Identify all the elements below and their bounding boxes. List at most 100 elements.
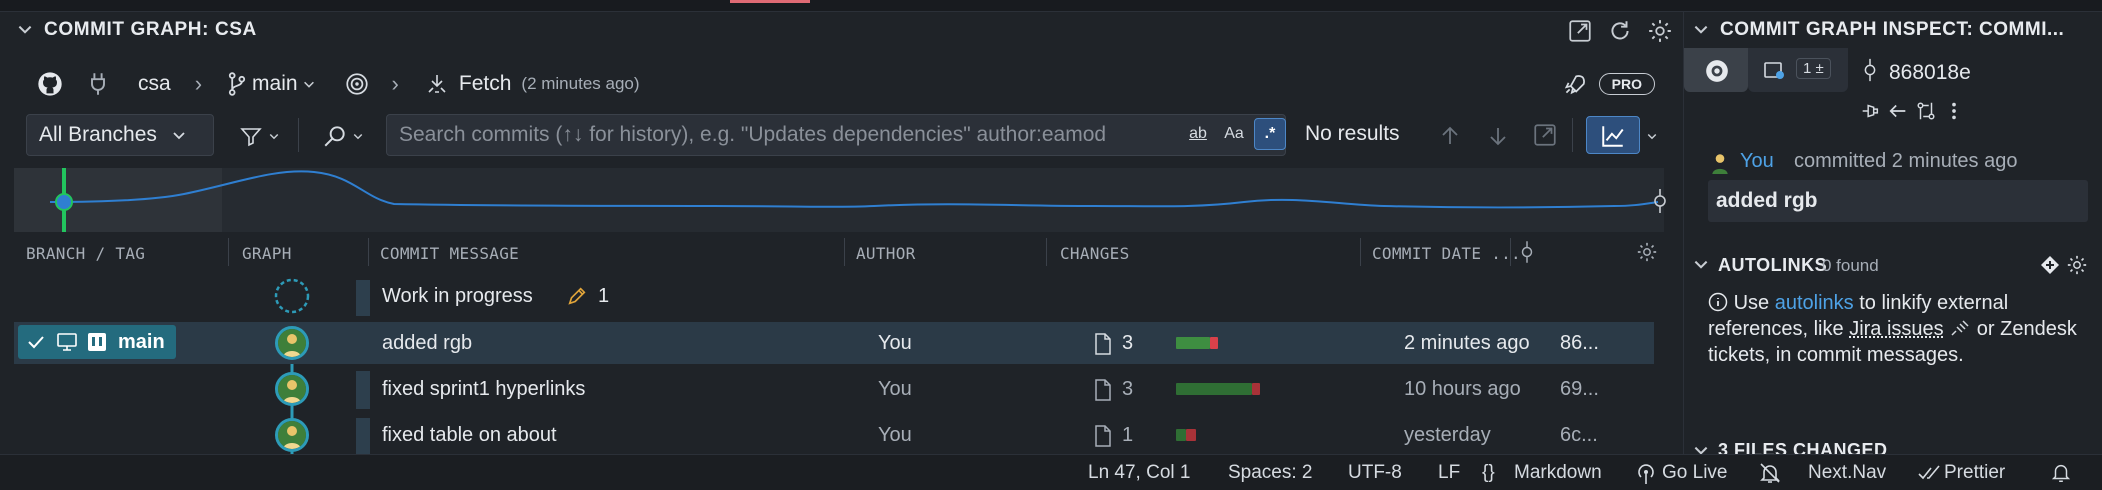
column-header-date[interactable]: COMMIT DATE ... <box>1372 244 1521 263</box>
chevron-down-icon[interactable] <box>268 130 280 142</box>
column-divider[interactable] <box>1046 238 1047 266</box>
arrow-left-icon[interactable] <box>1887 100 1909 122</box>
branches-select-label: All Branches <box>39 123 157 146</box>
inspect-title: COMMIT GRAPH INSPECT: COMMI... <box>1720 19 2065 40</box>
language-mode[interactable]: Markdown <box>1514 462 1602 484</box>
column-header-changes[interactable]: CHANGES <box>1060 244 1130 263</box>
collapse-chevron-icon[interactable] <box>1692 21 1710 39</box>
match-whole-word-toggle[interactable]: ab <box>1182 118 1214 150</box>
chevron-down-icon[interactable] <box>352 130 364 142</box>
branch-selector[interactable]: main <box>252 72 298 96</box>
indentation[interactable]: Spaces: 2 <box>1228 462 1313 484</box>
fetch-button[interactable]: Fetch <box>459 72 512 96</box>
plug-connect-icon[interactable] <box>1949 318 1971 338</box>
editor-top-edge <box>0 0 2102 12</box>
commit-author-link[interactable]: You <box>1740 150 1774 173</box>
commit-avatar[interactable] <box>275 372 309 406</box>
compare-icon[interactable] <box>1915 100 1937 122</box>
table-row-wip[interactable]: Work in progress 1 <box>14 275 1654 317</box>
column-divider[interactable] <box>228 238 229 266</box>
open-in-editor-icon[interactable] <box>1567 18 1593 44</box>
file-encoding[interactable]: UTF-8 <box>1348 462 1402 484</box>
column-header-graph[interactable]: GRAPH <box>242 244 292 263</box>
row-sha: 6c... <box>1560 424 1598 446</box>
plug-icon[interactable] <box>88 72 108 96</box>
inspect-tab-working-changes[interactable]: 1 ± <box>1748 48 1848 92</box>
repo-name[interactable]: csa <box>138 72 171 96</box>
next-nav-button[interactable]: Next.Nav <box>1808 462 1886 484</box>
pro-badge[interactable]: PRO <box>1598 73 1655 95</box>
arrow-down-icon[interactable] <box>1486 124 1510 148</box>
prettier-button[interactable]: Prettier <box>1944 462 2005 484</box>
wip-count: 1 <box>598 285 610 307</box>
breadcrumb-separator-icon: › <box>194 71 203 96</box>
branches-select[interactable]: All Branches <box>26 114 214 156</box>
commit-activity-minimap[interactable] <box>14 168 1666 232</box>
column-header-branch[interactable]: BRANCH / TAG <box>26 244 145 263</box>
diamond-icon[interactable] <box>2040 255 2060 275</box>
column-divider[interactable] <box>844 238 845 266</box>
column-header-author[interactable]: AUTHOR <box>856 244 916 263</box>
github-icon[interactable] <box>36 70 64 98</box>
rocket-icon[interactable] <box>1561 72 1587 98</box>
chevron-down-icon[interactable] <box>302 77 316 91</box>
end-of-line[interactable]: LF <box>1438 462 1460 484</box>
commit-avatar[interactable] <box>275 418 309 452</box>
commit-message-box[interactable]: added rgb <box>1708 180 2088 222</box>
settings-gear-icon[interactable] <box>1647 18 1673 44</box>
braces-icon: {} <box>1482 462 1495 483</box>
status-bar: Ln 47, Col 1 Spaces: 2 UTF-8 LF {} Markd… <box>0 454 2102 490</box>
filter-icon[interactable] <box>238 124 264 148</box>
table-row[interactable]: added rgb You 3 2 minutes ago 86... <box>14 322 1654 364</box>
row-message: fixed table on about <box>382 424 557 446</box>
settings-gear-icon[interactable] <box>2066 254 2088 276</box>
pin-icon[interactable] <box>1859 100 1881 122</box>
open-results-icon[interactable] <box>1532 122 1558 148</box>
chevron-down-icon[interactable] <box>1646 130 1658 142</box>
regex-label: .* <box>1264 125 1276 142</box>
working-changes-icon <box>1764 62 1784 79</box>
jira-issues-link[interactable]: Jira issues <box>1849 318 1943 340</box>
target-icon[interactable] <box>344 71 370 97</box>
column-header-message[interactable]: COMMIT MESSAGE <box>380 244 519 263</box>
minimap-toggle-button[interactable] <box>1586 116 1640 154</box>
autolinks-count: 0 found <box>1822 256 1879 275</box>
refresh-icon[interactable] <box>1607 18 1633 44</box>
autolinks-link[interactable]: autolinks <box>1775 292 1854 314</box>
arrow-up-icon[interactable] <box>1438 124 1462 148</box>
notification-bell-icon[interactable] <box>2050 462 2072 484</box>
search-commits-input[interactable]: Search commits (↑↓ for history), e.g. "U… <box>386 114 1286 156</box>
files-changed-section-header[interactable]: 3 FILES CHANGED <box>1684 440 2102 454</box>
match-case-toggle[interactable]: Aa <box>1218 118 1250 150</box>
match-case-label: Aa <box>1224 125 1244 142</box>
more-actions-icon[interactable] <box>1943 100 1965 122</box>
commit-avatar[interactable] <box>275 326 309 360</box>
collapse-chevron-icon[interactable] <box>16 21 34 39</box>
table-row[interactable]: fixed sprint1 hyperlinks You 3 10 hours … <box>14 368 1654 410</box>
row-date: 2 minutes ago <box>1404 332 1530 354</box>
search-placeholder: Search commits (↑↓ for history), e.g. "U… <box>399 123 1107 146</box>
autolinks-section-header[interactable]: AUTOLINKS 0 found <box>1684 248 2102 282</box>
commit-sha[interactable]: 868018e <box>1889 61 1971 85</box>
cursor-position[interactable]: Ln 47, Col 1 <box>1088 462 1190 484</box>
row-message: Work in progress <box>382 285 533 307</box>
search-icon[interactable] <box>322 123 348 149</box>
branch-tag-main[interactable]: main <box>18 325 176 359</box>
fetch-icon[interactable] <box>425 71 449 97</box>
row-changes: 3 <box>1122 332 1134 354</box>
author-avatar[interactable] <box>1708 150 1732 174</box>
regex-toggle[interactable]: .* <box>1254 118 1286 150</box>
column-divider[interactable] <box>368 238 369 266</box>
column-settings-gear-icon[interactable] <box>1636 241 1658 263</box>
table-row[interactable]: fixed table on about You 1 yesterday 6c.… <box>14 414 1654 454</box>
bell-slash-icon[interactable] <box>1758 462 1782 484</box>
column-divider[interactable] <box>1360 238 1361 266</box>
go-live-button[interactable]: Go Live <box>1662 462 1727 484</box>
broadcast-icon <box>1638 464 1654 484</box>
row-date: 10 hours ago <box>1404 378 1521 400</box>
additions-bar <box>1176 337 1210 349</box>
autolinks-use: Use <box>1733 292 1770 314</box>
row-changes: 3 <box>1122 378 1134 400</box>
inspect-tab-commit[interactable] <box>1684 48 1748 92</box>
column-divider[interactable] <box>1510 238 1511 266</box>
